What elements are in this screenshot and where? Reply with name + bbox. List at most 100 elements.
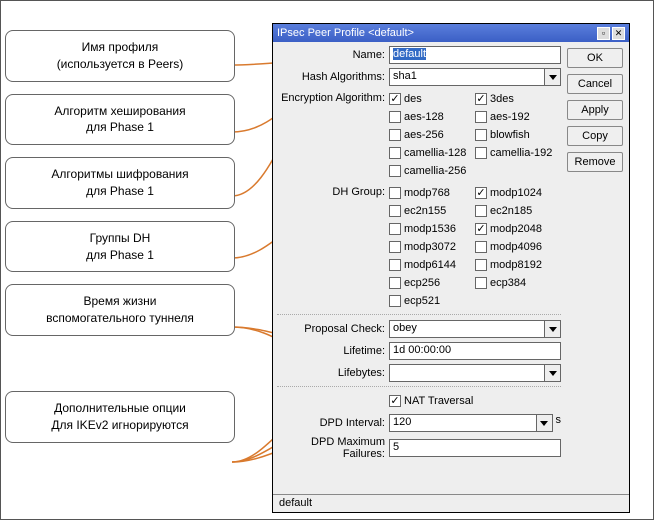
dh-option-ecp384: ecp384 <box>475 274 561 292</box>
dh-option-ecp256: ecp256 <box>389 274 475 292</box>
enc-option-aes-128: aes-128 <box>389 108 475 126</box>
close-icon[interactable]: ✕ <box>612 27 625 40</box>
dh-option-modp4096: modp4096 <box>475 238 561 256</box>
separator <box>277 314 561 315</box>
proposal-combo[interactable]: obey <box>389 320 545 338</box>
titlebar[interactable]: IPsec Peer Profile <default> ▫ ✕ <box>273 24 629 42</box>
dh-label: DH Group: <box>277 184 389 198</box>
dialog-window: IPsec Peer Profile <default> ▫ ✕ OK Canc… <box>272 23 630 513</box>
dh-checkbox-modp1536[interactable] <box>389 223 401 235</box>
callout-name: Имя профиля (используется в Peers) <box>5 30 235 82</box>
dh-checkbox-ecp256[interactable] <box>389 277 401 289</box>
name-label: Name: <box>277 49 389 61</box>
enc-checkbox-aes-128[interactable] <box>389 111 401 123</box>
dh-option-ec2n155: ec2n155 <box>389 202 475 220</box>
dpdmax-input[interactable]: 5 <box>389 439 561 457</box>
callout-dh: Группы DH для Phase 1 <box>5 221 235 273</box>
copy-button[interactable]: Copy <box>567 126 623 146</box>
enc-option-aes-256: aes-256 <box>389 126 475 144</box>
dh-label-modp6144: modp6144 <box>404 259 456 271</box>
apply-button[interactable]: Apply <box>567 100 623 120</box>
enc-label-des: des <box>404 93 422 105</box>
dh-checkbox-ecp521[interactable] <box>389 295 401 307</box>
hash-label: Hash Algorithms: <box>277 71 389 83</box>
enc-checkbox-aes-256[interactable] <box>389 129 401 141</box>
nat-label: NAT Traversal <box>404 395 473 407</box>
dh-option-modp3072: modp3072 <box>389 238 475 256</box>
proposal-label: Proposal Check: <box>277 323 389 335</box>
enc-option-blowfish: blowfish <box>475 126 561 144</box>
enc-checkbox-grid: des 3des aes-128 aes-192 aes-256 blowfish came… <box>389 90 561 180</box>
enc-checkbox-des[interactable] <box>389 93 401 105</box>
dh-checkbox-grid: modp768 modp1024 ec2n155 ec2n185 modp1536 mod… <box>389 184 561 310</box>
enc-checkbox-3des[interactable] <box>475 93 487 105</box>
enc-checkbox-camellia-128[interactable] <box>389 147 401 159</box>
dpdint-input[interactable]: 120 <box>389 414 537 432</box>
enc-label-blowfish: blowfish <box>490 129 530 141</box>
enc-option-camellia-256: camellia-256 <box>389 162 475 180</box>
dh-label-modp1024: modp1024 <box>490 187 542 199</box>
lifetime-input[interactable]: 1d 00:00:00 <box>389 342 561 360</box>
dh-checkbox-modp1024[interactable] <box>475 187 487 199</box>
enc-checkbox-blowfish[interactable] <box>475 129 487 141</box>
enc-label-camellia-192: camellia-192 <box>490 147 552 159</box>
enc-label-3des: 3des <box>490 93 514 105</box>
window-title: IPsec Peer Profile <default> <box>277 27 595 39</box>
dh-option-modp1024: modp1024 <box>475 184 561 202</box>
enc-label-aes-128: aes-128 <box>404 111 444 123</box>
callout-enc: Алгоритмы шифрования для Phase 1 <box>5 157 235 209</box>
enc-option-camellia-192: camellia-192 <box>475 144 561 162</box>
lifebytes-dropdown-icon[interactable] <box>545 364 561 382</box>
dh-option-modp1536: modp1536 <box>389 220 475 238</box>
enc-label: Encryption Algorithm: <box>277 90 389 104</box>
dpdint-unit: s <box>556 414 562 432</box>
lifetime-label: Lifetime: <box>277 345 389 357</box>
dh-label-modp8192: modp8192 <box>490 259 542 271</box>
hash-dropdown-icon[interactable] <box>545 68 561 86</box>
enc-label-aes-256: aes-256 <box>404 129 444 141</box>
nat-checkbox[interactable] <box>389 395 401 407</box>
remove-button[interactable]: Remove <box>567 152 623 172</box>
hash-combo[interactable]: sha1 <box>389 68 545 86</box>
dh-label-modp4096: modp4096 <box>490 241 542 253</box>
lifebytes-input[interactable] <box>389 364 545 382</box>
enc-label-aes-192: aes-192 <box>490 111 530 123</box>
form: Name: default Hash Algorithms: sha1 Encr… <box>277 46 561 464</box>
dh-checkbox-ec2n185[interactable] <box>475 205 487 217</box>
dh-label-modp768: modp768 <box>404 187 450 199</box>
dh-checkbox-ecp384[interactable] <box>475 277 487 289</box>
enc-label-camellia-256: camellia-256 <box>404 165 466 177</box>
name-input[interactable]: default <box>389 46 561 64</box>
dh-checkbox-modp3072[interactable] <box>389 241 401 253</box>
enc-checkbox-aes-192[interactable] <box>475 111 487 123</box>
ok-button[interactable]: OK <box>567 48 623 68</box>
callout-lifetime: Время жизни вспомогательного туннеля <box>5 284 235 336</box>
dh-checkbox-ec2n155[interactable] <box>389 205 401 217</box>
dpdmax-label: DPD Maximum Failures: <box>277 436 389 460</box>
dpdint-spinner-icon[interactable] <box>537 414 553 432</box>
enc-option-camellia-128: camellia-128 <box>389 144 475 162</box>
dh-label-modp3072: modp3072 <box>404 241 456 253</box>
cancel-button[interactable]: Cancel <box>567 74 623 94</box>
dh-option-ec2n185: ec2n185 <box>475 202 561 220</box>
callouts-panel: Имя профиля (используется в Peers) Алгор… <box>5 30 235 455</box>
statusbar: default <box>273 494 629 512</box>
dh-checkbox-modp8192[interactable] <box>475 259 487 271</box>
dh-option-modp8192: modp8192 <box>475 256 561 274</box>
dh-checkbox-modp6144[interactable] <box>389 259 401 271</box>
enc-option-3des: 3des <box>475 90 561 108</box>
dh-checkbox-modp4096[interactable] <box>475 241 487 253</box>
dh-checkbox-modp768[interactable] <box>389 187 401 199</box>
dh-label-modp1536: modp1536 <box>404 223 456 235</box>
dh-option-modp768: modp768 <box>389 184 475 202</box>
enc-checkbox-camellia-256[interactable] <box>389 165 401 177</box>
callout-hash: Алгоритм хеширования для Phase 1 <box>5 94 235 146</box>
enc-checkbox-camellia-192[interactable] <box>475 147 487 159</box>
dh-checkbox-modp2048[interactable] <box>475 223 487 235</box>
dh-option-modp2048: modp2048 <box>475 220 561 238</box>
dh-label-ecp384: ecp384 <box>490 277 526 289</box>
minimize-icon[interactable]: ▫ <box>597 27 610 40</box>
dh-option-modp6144: modp6144 <box>389 256 475 274</box>
dh-label-ec2n155: ec2n155 <box>404 205 446 217</box>
proposal-dropdown-icon[interactable] <box>545 320 561 338</box>
